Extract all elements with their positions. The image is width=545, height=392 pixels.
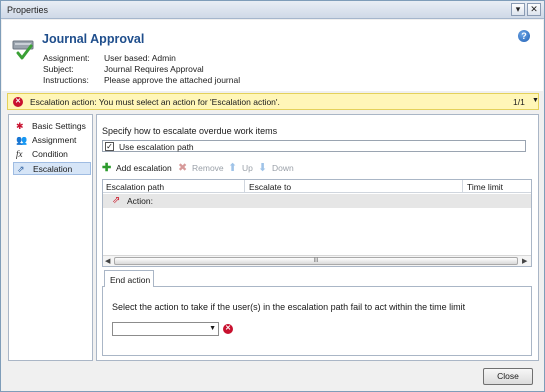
escalation-icon: ⇗ (17, 164, 25, 174)
settings-nav: ✱ Basic Settings 👥 Assignment fx Conditi… (8, 114, 93, 361)
escalation-action-icon: ⇗ (112, 195, 121, 206)
column-header[interactable]: Time limit (467, 182, 503, 192)
warning-dropdown-icon[interactable]: ▼ (532, 97, 539, 104)
instructions-value: Please approve the attached journal (104, 75, 241, 85)
close-button[interactable]: Close (483, 368, 533, 385)
window-close-button[interactable]: ✕ (527, 3, 541, 16)
title-bar: Properties ▾ ✕ (1, 1, 544, 19)
instructions-label: Instructions: (43, 75, 89, 85)
chevron-down-icon[interactable]: ▼ (209, 325, 216, 332)
add-escalation-label: Add escalation (116, 163, 172, 173)
validation-warning-bar: ✕ Escalation action: You must select an … (7, 93, 539, 110)
nav-item-label: Assignment (32, 135, 77, 145)
subject-value: Journal Requires Approval (104, 64, 204, 74)
column-divider (244, 180, 245, 193)
help-icon[interactable]: ? (518, 30, 530, 42)
column-header[interactable]: Escalation path (106, 182, 164, 192)
use-escalation-path-checkbox[interactable]: ✓ (105, 142, 114, 151)
up-label: Up (242, 163, 253, 173)
task-header: Journal Approval Assignment: User based: … (2, 20, 543, 91)
nav-item-label: Condition (32, 149, 68, 159)
people-icon: 👥 (16, 135, 28, 145)
subject-label: Subject: (43, 64, 74, 74)
remove-label: Remove (192, 163, 224, 173)
escalation-grid: Escalation path Escalate to Time limit ⇗… (102, 179, 532, 267)
tab-end-action[interactable]: End action (104, 270, 154, 287)
warning-message: Escalation action: You must select an ac… (30, 97, 280, 107)
assignment-label: Assignment: (43, 53, 90, 63)
error-icon: ✕ (13, 97, 23, 107)
nav-item-label: Basic Settings (32, 121, 86, 131)
column-divider (462, 180, 463, 193)
warning-count: 1/1 (513, 97, 525, 107)
table-row[interactable]: ⇗ Action: (103, 194, 531, 208)
row-label: Action: (127, 196, 153, 206)
tab-label: End action (110, 275, 151, 285)
remove-icon: ✖ (178, 162, 188, 174)
use-escalation-path-row[interactable]: ✓ Use escalation path (102, 140, 526, 152)
assignment-value: User based: Admin (104, 53, 176, 63)
task-title: Journal Approval (42, 32, 145, 46)
window-title: Properties (7, 5, 49, 15)
function-icon: fx (16, 149, 23, 159)
scrollbar-thumb[interactable]: III (114, 257, 518, 265)
use-escalation-path-label: Use escalation path (119, 142, 194, 152)
down-label: Down (272, 163, 294, 173)
up-arrow-icon: ⬆ (228, 162, 238, 174)
subject-row: Subject: Journal Requires Approval (43, 64, 204, 74)
window-menu-button[interactable]: ▾ (511, 3, 525, 16)
properties-window: Properties ▾ ✕ Journal Approval Assignme… (0, 0, 545, 392)
end-action-panel: Select the action to take if the user(s)… (102, 286, 532, 356)
column-header[interactable]: Escalate to (249, 182, 291, 192)
instructions-row: Instructions: Please approve the attached… (43, 75, 240, 85)
grid-header: Escalation path Escalate to Time limit (103, 180, 531, 193)
horizontal-scrollbar[interactable]: ◀ III ▶ (103, 255, 531, 266)
escalation-panel: Specify how to escalate overdue work ite… (96, 114, 539, 361)
nav-item-assignment[interactable]: 👥 Assignment (13, 134, 91, 147)
nav-item-condition[interactable]: fx Condition (13, 148, 91, 161)
down-arrow-icon: ⬇ (258, 162, 268, 174)
nav-item-label: Escalation (33, 164, 73, 174)
scroll-left-icon[interactable]: ◀ (105, 257, 110, 265)
assignment-row: Assignment: User based: Admin (43, 53, 176, 63)
nav-item-escalation[interactable]: ⇗ Escalation (13, 162, 91, 175)
error-icon: ✕ (223, 324, 233, 334)
end-action-instruction: Select the action to take if the user(s)… (112, 302, 466, 312)
task-approval-icon (12, 40, 34, 60)
star-icon: ✱ (16, 121, 24, 131)
nav-item-basic-settings[interactable]: ✱ Basic Settings (13, 120, 91, 133)
scroll-right-icon[interactable]: ▶ (522, 257, 527, 265)
add-icon: ✚ (102, 162, 112, 174)
section-heading: Specify how to escalate overdue work ite… (102, 126, 278, 136)
end-action-select[interactable]: ▼ (112, 322, 219, 336)
